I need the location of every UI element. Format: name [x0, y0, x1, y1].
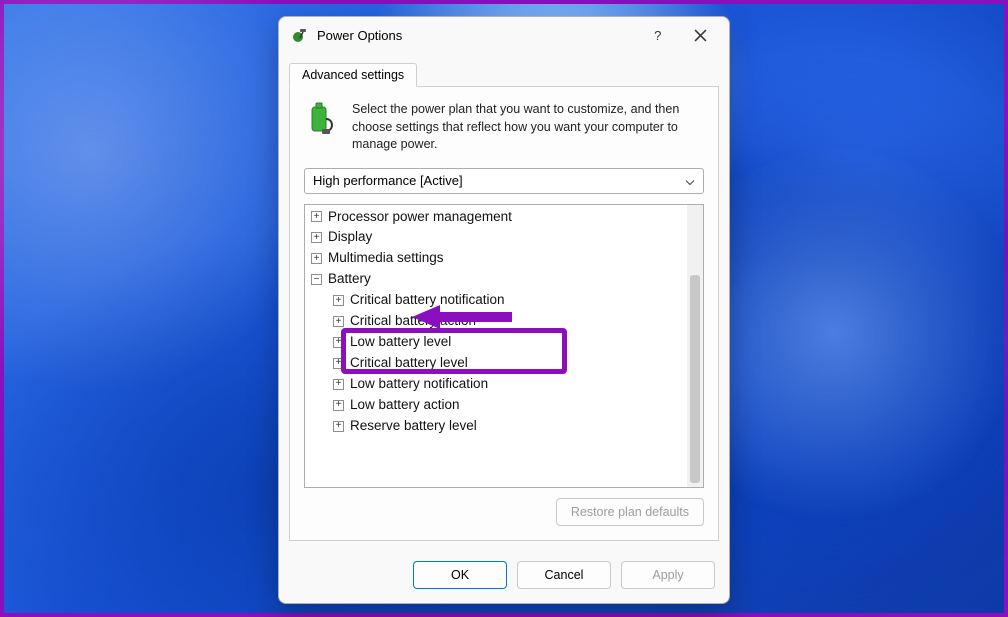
plus-icon[interactable]: +: [311, 211, 322, 222]
scrollbar-thumb[interactable]: [690, 275, 700, 484]
tabstrip: Advanced settings: [289, 59, 719, 87]
svg-text:?: ?: [654, 29, 661, 42]
tree-item-multimedia[interactable]: +Multimedia settings: [309, 248, 685, 269]
settings-tree-container: +Processor power management +Display +Mu…: [304, 204, 704, 489]
power-options-icon: [291, 26, 309, 44]
ok-button[interactable]: OK: [413, 561, 507, 589]
tree-item-display[interactable]: +Display: [309, 227, 685, 248]
settings-tree[interactable]: +Processor power management +Display +Mu…: [305, 205, 687, 488]
tree-item-low-battery-notification[interactable]: +Low battery notification: [309, 374, 685, 395]
apply-button[interactable]: Apply: [621, 561, 715, 589]
tree-item-critical-battery-level[interactable]: +Critical battery level: [309, 353, 685, 374]
plus-icon[interactable]: +: [333, 379, 344, 390]
plus-icon[interactable]: +: [333, 358, 344, 369]
minus-icon[interactable]: −: [311, 274, 322, 285]
cancel-button[interactable]: Cancel: [517, 561, 611, 589]
dialog-title: Power Options: [317, 28, 637, 43]
intro-text: Select the power plan that you want to c…: [352, 101, 704, 154]
plus-icon[interactable]: +: [311, 232, 322, 243]
tree-item-critical-battery-action[interactable]: +Critical battery action: [309, 311, 685, 332]
plus-icon[interactable]: +: [333, 421, 344, 432]
plus-icon[interactable]: +: [333, 400, 344, 411]
chevron-down-icon: [685, 173, 695, 188]
tree-item-processor-power[interactable]: +Processor power management: [309, 207, 685, 228]
power-options-dialog: Power Options ? Advanced settings Select…: [278, 16, 730, 604]
tree-item-low-battery-level[interactable]: +Low battery level: [309, 332, 685, 353]
restore-plan-defaults-button[interactable]: Restore plan defaults: [556, 498, 704, 526]
intro-row: Select the power plan that you want to c…: [304, 101, 704, 154]
close-button[interactable]: [679, 20, 721, 50]
plus-icon[interactable]: +: [311, 253, 322, 264]
plus-icon[interactable]: +: [333, 337, 344, 348]
power-plan-select[interactable]: High performance [Active]: [304, 168, 704, 194]
tab-panel: Select the power plan that you want to c…: [289, 87, 719, 541]
plus-icon[interactable]: +: [333, 295, 344, 306]
titlebar: Power Options ?: [279, 17, 729, 53]
power-plan-selected: High performance [Active]: [313, 173, 463, 188]
dialog-footer: OK Cancel Apply: [279, 551, 729, 603]
plus-icon[interactable]: +: [333, 316, 344, 327]
tree-item-critical-battery-notification[interactable]: +Critical battery notification: [309, 290, 685, 311]
tree-item-low-battery-action[interactable]: +Low battery action: [309, 395, 685, 416]
battery-plug-icon: [304, 101, 340, 137]
vertical-scrollbar[interactable]: [687, 205, 703, 488]
tab-advanced-settings[interactable]: Advanced settings: [289, 63, 417, 87]
tree-item-battery[interactable]: −Battery: [309, 269, 685, 290]
help-button[interactable]: ?: [637, 20, 679, 50]
tree-item-reserve-battery-level[interactable]: +Reserve battery level: [309, 416, 685, 437]
